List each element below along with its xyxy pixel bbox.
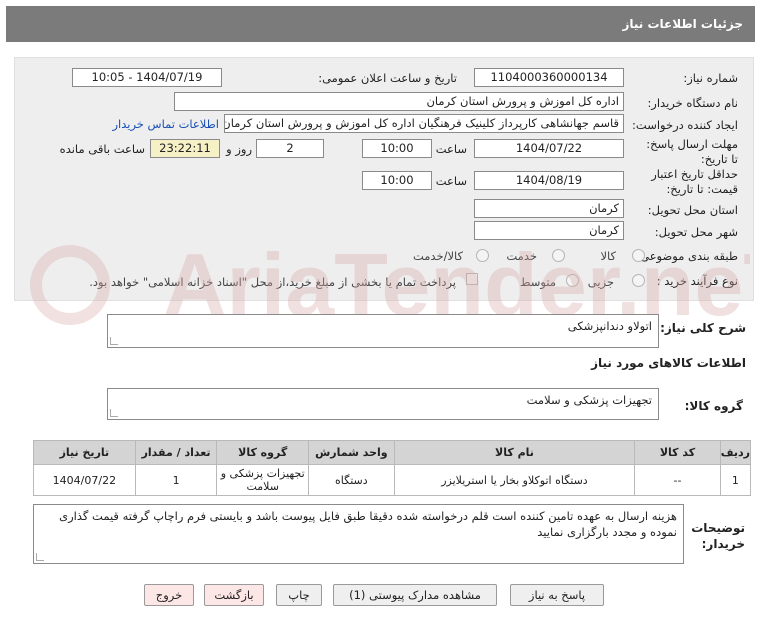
category-goods-label: کالا xyxy=(600,249,616,263)
view-attachments-button[interactable]: مشاهده مدارک پیوستی (1) xyxy=(333,584,497,606)
col-row-header: ردیف xyxy=(719,440,752,465)
validity-date-field: 1404/08/19 xyxy=(474,171,624,190)
remaining-time-field: 23:22:11 xyxy=(150,139,220,158)
process-minor-label: جزیی xyxy=(587,275,614,289)
cell-code: -- xyxy=(634,464,721,496)
general-description-label: شرح کلی نیاز: xyxy=(660,321,746,335)
category-goods-radio[interactable] xyxy=(632,249,645,262)
need-number-label: شماره نیاز: xyxy=(683,71,738,85)
delivery-city-label: شهر محل تحویل: xyxy=(654,225,738,239)
table-header-row: ردیف کد کالا نام کالا واحد شمارش گروه کا… xyxy=(33,440,752,465)
general-description-text: اتولاو دندانپزشکی xyxy=(567,319,652,333)
col-code-header: کد کالا xyxy=(634,440,721,465)
process-medium-label: متوسط xyxy=(519,275,556,289)
resize-grip-icon[interactable] xyxy=(110,409,118,417)
col-unit-header: واحد شمارش xyxy=(308,440,395,465)
delivery-province-label: استان محل تحویل: xyxy=(647,203,738,217)
reply-button[interactable]: پاسخ به نیاز xyxy=(510,584,604,606)
request-creator-field: قاسم جهانشاهی کارپرداز کلینیک فرهنگیان ا… xyxy=(224,114,624,133)
cell-date: 1404/07/22 xyxy=(33,464,136,496)
general-description-field: اتولاو دندانپزشکی xyxy=(107,314,659,348)
print-button[interactable]: چاپ xyxy=(276,584,322,606)
reply-date-field: 1404/07/22 xyxy=(474,139,624,158)
buyer-org-label: نام دستگاه خریدار: xyxy=(647,96,738,110)
subject-category-label: طبقه بندی موضوعی: xyxy=(636,249,738,263)
cell-name: دستگاه اتوکلاو بخار یا استریلایزر xyxy=(393,464,636,496)
cell-unit: دستگاه xyxy=(308,464,395,496)
goods-group-label: گروه کالا: xyxy=(684,399,743,413)
col-name-header: نام کالا xyxy=(393,440,636,465)
buyer-contact-link[interactable]: اطلاعات تماس خریدار xyxy=(112,117,219,131)
buyer-notes-label: توضیحات خریدار: xyxy=(691,521,745,551)
announce-datetime-label: تاریخ و ساعت اعلان عمومی: xyxy=(318,71,457,85)
reply-time-label: ساعت xyxy=(435,142,467,156)
cell-group: تجهیزات پزشکی و سلامت xyxy=(216,464,309,496)
buyer-org-field: اداره کل اموزش و پرورش استان کرمان xyxy=(174,92,624,111)
treasury-payment-checkbox[interactable] xyxy=(466,273,478,285)
delivery-province-field: کرمان xyxy=(474,199,624,218)
process-medium-radio[interactable] xyxy=(566,274,579,287)
resize-grip-icon[interactable] xyxy=(110,337,118,345)
category-goods-service-label: کالا/خدمت xyxy=(412,249,463,263)
exit-button[interactable]: خروج xyxy=(144,584,194,606)
goods-info-title: اطلاعات کالاهای مورد نیاز xyxy=(591,356,746,370)
buyer-notes-text: هزینه ارسال به عهده تامین کننده است قلم … xyxy=(59,509,677,539)
announce-datetime-field: 1404/07/19 - 10:05 xyxy=(72,68,222,87)
resize-grip-icon[interactable] xyxy=(36,553,44,561)
goods-group-field: تجهیزات پزشکی و سلامت xyxy=(107,388,659,420)
col-quantity-header: تعداد / مقدار xyxy=(134,440,218,465)
validity-time-label: ساعت xyxy=(435,174,467,188)
days-remaining-field: 2 xyxy=(256,139,324,158)
category-service-label: خدمت xyxy=(506,249,537,263)
col-date-header: تاریخ نیاز xyxy=(33,440,136,465)
goods-table-container: ردیف کد کالا نام کالا واحد شمارش گروه کا… xyxy=(33,440,752,496)
days-label: روز و xyxy=(226,142,252,156)
cell-row: 1 xyxy=(719,464,752,496)
purchase-process-label: نوع فرآیند خرید : xyxy=(656,274,738,288)
delivery-city-field: کرمان xyxy=(474,221,624,240)
validity-time-field: 10:00 xyxy=(362,171,432,190)
treasury-payment-note: پرداخت تمام یا بخشی از مبلغ خرید،از محل … xyxy=(89,275,456,289)
category-goods-service-radio[interactable] xyxy=(476,249,489,262)
table-row[interactable]: 1 -- دستگاه اتوکلاو بخار یا استریلایزر د… xyxy=(33,464,752,496)
goods-group-text: تجهیزات پزشکی و سلامت xyxy=(526,393,652,407)
cell-quantity: 1 xyxy=(134,464,218,496)
remaining-time-label: ساعت باقی مانده xyxy=(59,142,145,156)
process-minor-radio[interactable] xyxy=(632,274,645,287)
goods-table: ردیف کد کالا نام کالا واحد شمارش گروه کا… xyxy=(33,440,752,496)
page-title: جزئیات اطلاعات نیاز xyxy=(6,6,755,42)
category-service-radio[interactable] xyxy=(552,249,565,262)
reply-time-field: 10:00 xyxy=(362,139,432,158)
back-button[interactable]: بازگشت xyxy=(204,584,264,606)
request-creator-label: ایجاد کننده درخواست: xyxy=(632,118,738,132)
price-validity-label: حداقل تاریخ اعتبار قیمت: تا تاریخ: xyxy=(651,167,738,196)
reply-deadline-label: مهلت ارسال پاسخ: تا تاریخ: xyxy=(646,137,738,166)
need-number-field: 1104000360000134 xyxy=(474,68,624,87)
col-group-header: گروه کالا xyxy=(216,440,309,465)
buyer-notes-field: هزینه ارسال به عهده تامین کننده است قلم … xyxy=(33,504,684,564)
